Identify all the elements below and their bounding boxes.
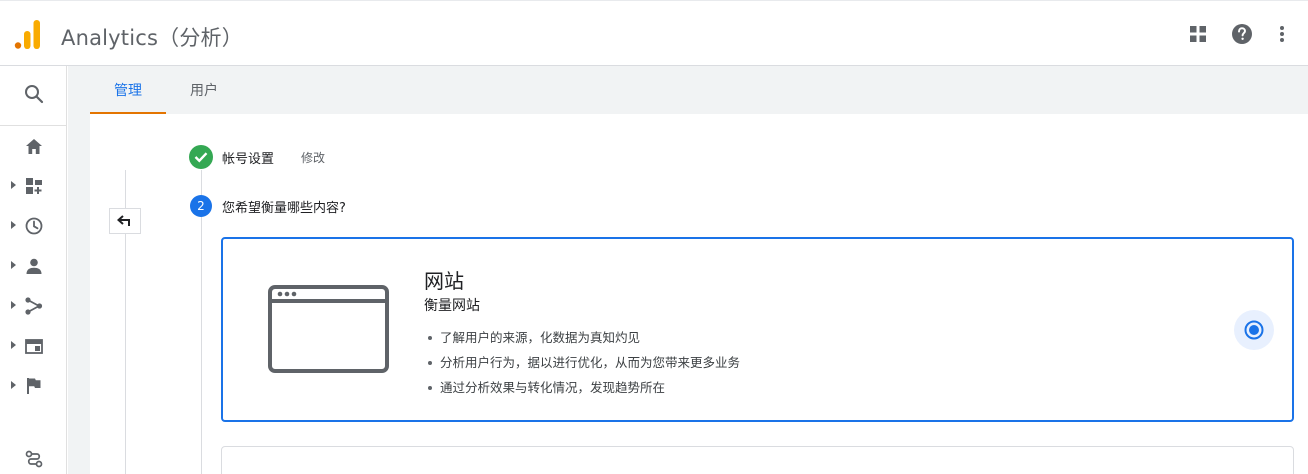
audience-person-icon [24, 256, 44, 276]
expand-caret-icon [11, 221, 16, 229]
browser-window-icon [268, 285, 390, 379]
rail-item-realtime[interactable] [0, 206, 67, 246]
attribution-icon [24, 449, 44, 469]
rail-item-conversions[interactable] [0, 366, 67, 406]
rail-item-behavior[interactable] [0, 326, 67, 366]
behavior-icon [24, 336, 44, 356]
tab-admin[interactable]: 管理 [90, 66, 166, 114]
rail-item-audience[interactable] [0, 246, 67, 286]
card-title: 网站 [424, 269, 464, 293]
rail-item-home[interactable] [0, 126, 67, 166]
website-option-card[interactable]: 网站 衡量网站 了解用户的来源，化数据为真知灼见 分析用户行为，据以进行优化，从… [221, 237, 1294, 422]
step-account-settings-title: 帐号设置 [222, 152, 275, 167]
more-vert-icon[interactable] [1270, 22, 1294, 46]
expand-caret-icon [11, 301, 16, 309]
customization-icon [24, 176, 44, 196]
edit-account-settings-link[interactable]: 修改 [301, 149, 325, 166]
expand-caret-icon [11, 181, 16, 189]
conversions-flag-icon [24, 376, 44, 396]
list-item: 了解用户的来源，化数据为真知灼见 [424, 329, 740, 354]
top-app-bar: Analytics（分析） [0, 0, 1308, 66]
rail-search-button[interactable] [0, 66, 67, 126]
back-arrow-icon [116, 212, 133, 231]
help-icon[interactable] [1230, 22, 1254, 46]
expand-caret-icon [11, 381, 16, 389]
search-icon [24, 84, 44, 108]
app-title: Analytics（分析） [61, 26, 243, 50]
website-radio-button[interactable] [1234, 310, 1274, 350]
expand-caret-icon [11, 341, 16, 349]
admin-tabs: 管理 用户 [90, 66, 242, 114]
card-subtitle: 衡量网站 [424, 298, 480, 314]
step-measure-question: 您希望衡量哪些内容? [222, 201, 346, 216]
acquisition-icon [24, 296, 44, 316]
list-item: 分析用户行为，据以进行优化，从而为您带来更多业务 [424, 354, 740, 379]
rail-item-customization[interactable] [0, 166, 67, 206]
list-item: 通过分析效果与转化情况，发现趋势所在 [424, 379, 740, 404]
step-number-badge: 2 [190, 195, 212, 217]
analytics-logo-icon [14, 20, 42, 50]
rail-item-acquisition[interactable] [0, 286, 67, 326]
back-button[interactable] [109, 208, 141, 234]
expand-caret-icon [11, 261, 16, 269]
home-icon [24, 136, 44, 156]
card-benefits-list: 了解用户的来源，化数据为真知灼见 分析用户行为，据以进行优化，从而为您带来更多业… [424, 329, 740, 404]
left-nav-rail [0, 66, 67, 474]
rail-item-attribution[interactable] [0, 439, 67, 474]
tab-user[interactable]: 用户 [166, 66, 242, 114]
step-complete-check-icon [189, 145, 213, 169]
realtime-clock-icon [24, 216, 44, 236]
next-option-card[interactable] [221, 446, 1294, 474]
apps-icon[interactable] [1186, 22, 1210, 46]
